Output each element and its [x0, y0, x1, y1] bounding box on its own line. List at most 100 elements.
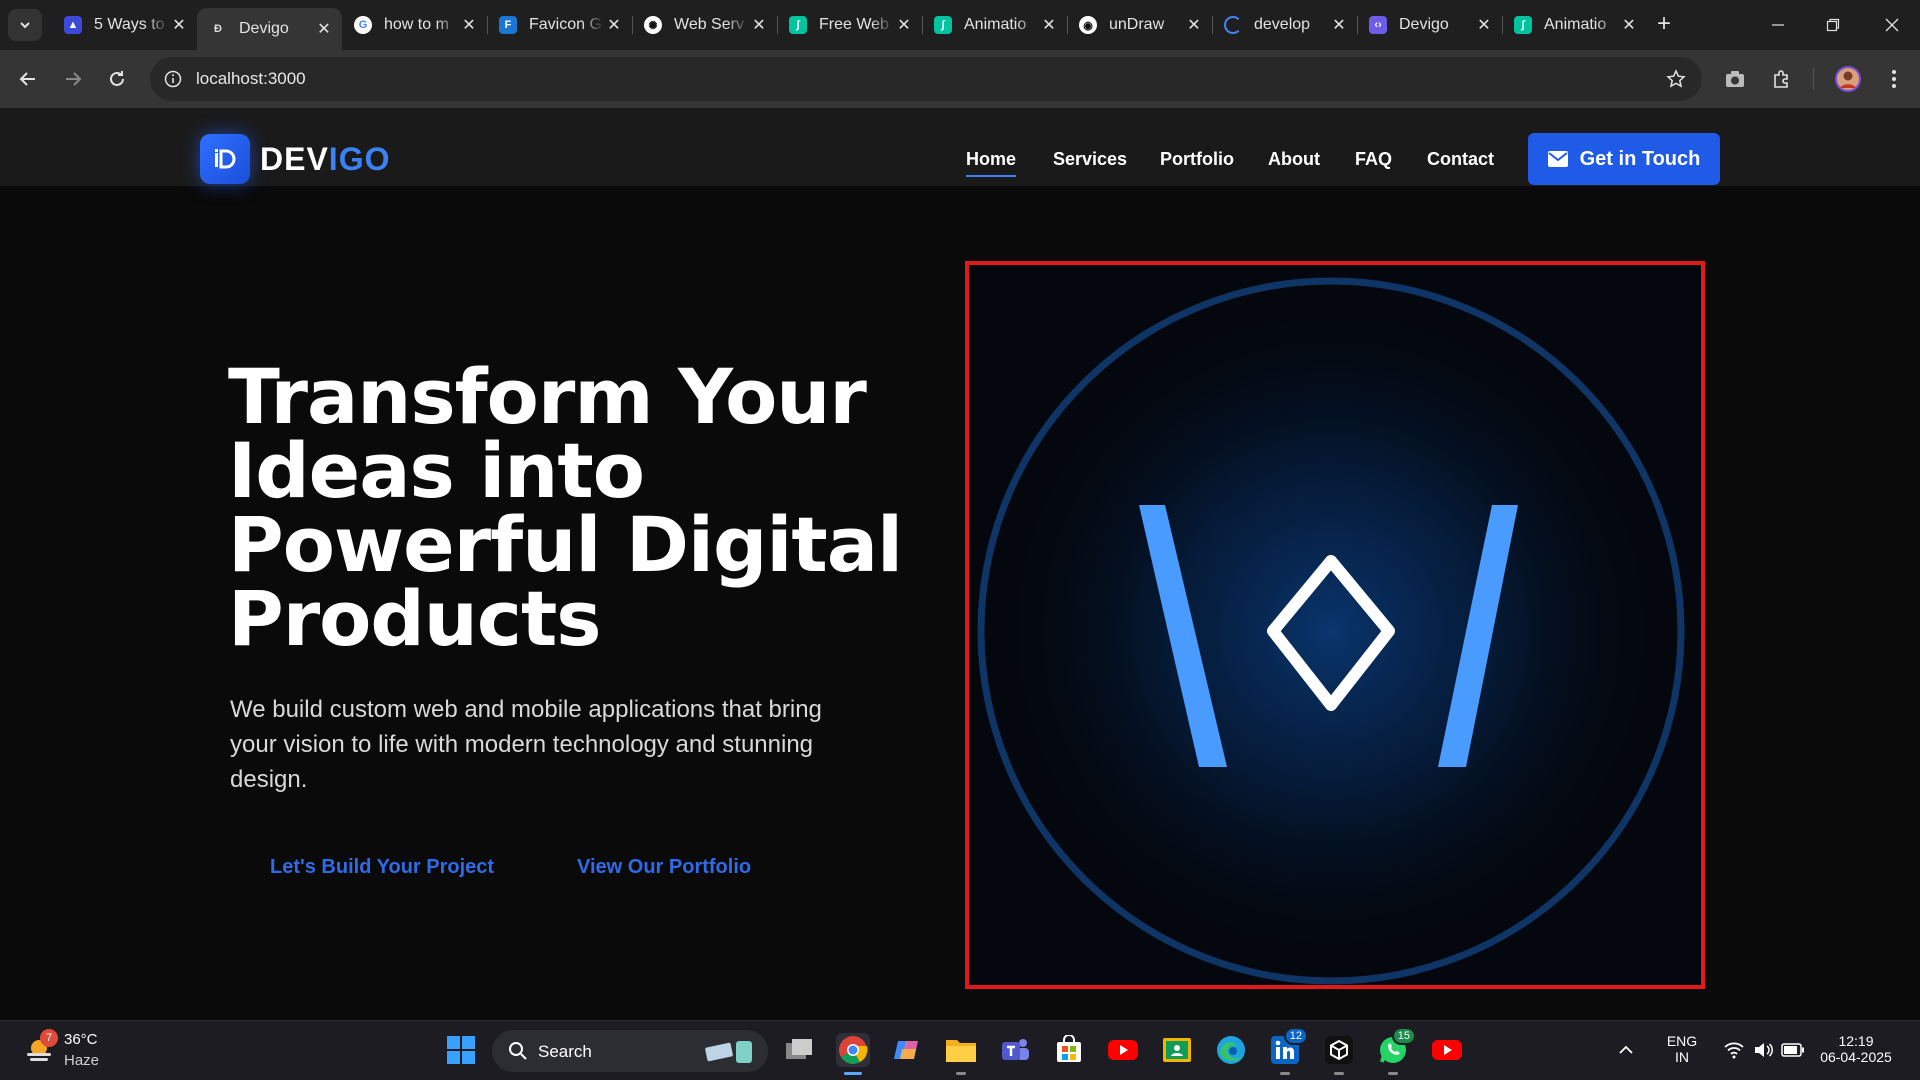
minimize-button[interactable] [1758, 10, 1798, 40]
logo-badge[interactable] [200, 134, 250, 184]
windows-taskbar: 7 36°C Haze Search 12 15 ENG IN 12:19 06… [0, 1020, 1920, 1080]
browser-tab[interactable]: ◉ unDraw ✕ [1067, 8, 1212, 42]
taskbar-youtube-music[interactable] [1430, 1033, 1464, 1067]
nav-services[interactable]: Services [1053, 149, 1127, 170]
tab-title: Devigo [1399, 16, 1449, 33]
close-icon[interactable]: ✕ [749, 15, 769, 35]
language-indicator[interactable]: ENG IN [1664, 1033, 1700, 1065]
browser-tab[interactable]: ∫ Animatio ✕ [1502, 8, 1647, 42]
screenshot-button[interactable] [1721, 65, 1749, 93]
view-portfolio-button[interactable]: View Our Portfolio [577, 856, 751, 879]
weather-widget[interactable]: 7 [24, 1029, 58, 1065]
brand-name[interactable]: DEVIGO [260, 141, 390, 178]
tab-title: Devigo [239, 20, 289, 37]
chevron-down-icon [20, 22, 30, 29]
nav-faq[interactable]: FAQ [1355, 149, 1392, 170]
youtube-music-icon [1432, 1040, 1462, 1060]
taskbar-chrome[interactable] [836, 1033, 870, 1075]
close-icon[interactable]: ✕ [1039, 15, 1059, 35]
tab-search-button[interactable] [8, 9, 42, 41]
lottie-icon: ∫ [789, 16, 807, 34]
new-tab-button[interactable]: + [1652, 12, 1676, 36]
search-highlight-icon [705, 1041, 752, 1063]
taskbar-google-classroom[interactable] [1160, 1033, 1194, 1067]
taskbar-linkedin[interactable]: 12 [1268, 1027, 1308, 1075]
close-icon[interactable]: ✕ [1329, 15, 1349, 35]
browser-tab[interactable]: develop ✕ [1212, 8, 1357, 42]
close-icon[interactable]: ✕ [314, 19, 334, 39]
profile-avatar[interactable] [1834, 65, 1862, 93]
close-window-button[interactable] [1872, 10, 1912, 40]
browser-tab[interactable]: ∫ Animatio ✕ [922, 8, 1067, 42]
close-icon[interactable]: ✕ [1184, 15, 1204, 35]
taskbar-search[interactable]: Search [492, 1030, 768, 1072]
close-icon[interactable]: ✕ [169, 15, 189, 35]
hero-title: Transform Your Ideas into Powerful Digit… [228, 352, 903, 663]
devigo-code-mark-icon [969, 265, 1701, 985]
quick-settings-button[interactable] [1712, 1033, 1816, 1067]
start-button[interactable] [444, 1033, 478, 1067]
nav-about[interactable]: About [1268, 149, 1320, 170]
favicon-generator-icon: F [499, 16, 517, 34]
restore-button[interactable] [1813, 10, 1853, 40]
star-icon[interactable] [1666, 69, 1686, 89]
youtube-icon [1108, 1040, 1138, 1060]
browser-tab-strip: ▲ 5 Ways to ✕ Ð Devigo ✕ G how to m ✕ F … [0, 0, 1920, 50]
taskbar-file-explorer[interactable] [944, 1033, 978, 1075]
tab-title: Free Web [819, 16, 889, 33]
tab-title: develop [1254, 16, 1311, 33]
browser-menu-button[interactable] [1880, 65, 1908, 93]
site-info-icon[interactable] [164, 70, 182, 88]
reload-button[interactable] [102, 64, 132, 94]
taskbar-task-view[interactable] [782, 1033, 816, 1067]
browser-tab[interactable]: G how to m ✕ [342, 8, 487, 42]
taskbar-whatsapp[interactable]: 15 [1376, 1027, 1416, 1075]
minimize-icon [1772, 24, 1784, 26]
close-icon[interactable]: ✕ [604, 15, 624, 35]
back-button[interactable] [13, 64, 43, 94]
nav-home[interactable]: Home [966, 149, 1017, 177]
browser-tab[interactable]: ∫ Free Web ✕ [777, 8, 922, 42]
tab-title: how to m [384, 16, 449, 33]
tab-title: 5 Ways to [94, 16, 165, 33]
close-icon[interactable]: ✕ [894, 15, 914, 35]
browser-tab[interactable]: F Favicon G ✕ [487, 8, 632, 42]
taskbar-copilot[interactable] [890, 1033, 924, 1067]
browser-tab[interactable]: ‹› Devigo ✕ [1357, 8, 1502, 42]
brand-part-1: DEV [260, 141, 329, 177]
close-icon[interactable]: ✕ [459, 15, 479, 35]
reload-icon [110, 71, 124, 86]
openai-icon: ✺ [644, 16, 662, 34]
close-icon[interactable]: ✕ [1619, 15, 1639, 35]
get-in-touch-button[interactable]: Get in Touch [1528, 133, 1720, 185]
forward-button[interactable] [58, 64, 88, 94]
arrow-right-icon [66, 72, 82, 86]
close-icon[interactable]: ✕ [1474, 15, 1494, 35]
copilot-icon [894, 1041, 918, 1059]
taskbar-teams[interactable] [998, 1033, 1032, 1067]
build-project-button[interactable]: Let's Build Your Project [270, 856, 494, 879]
chrome-icon [839, 1036, 868, 1064]
linkedin-badge: 12 [1283, 1027, 1308, 1045]
cube-icon [1325, 1036, 1353, 1064]
taskbar-microsoft-store[interactable] [1052, 1033, 1086, 1067]
browser-toolbar: localhost:3000 [0, 50, 1920, 108]
nav-contact[interactable]: Contact [1427, 149, 1494, 170]
browser-tab[interactable]: ✺ Web Serv ✕ [632, 8, 777, 42]
clock[interactable]: 12:19 06-04-2025 [1810, 1033, 1902, 1065]
tab-title: unDraw [1109, 16, 1165, 33]
extensions-button[interactable] [1768, 65, 1796, 93]
nav-portfolio[interactable]: Portfolio [1160, 149, 1234, 170]
taskbar-edge[interactable] [1214, 1033, 1248, 1067]
battery-icon [1781, 1043, 1804, 1057]
avatar-icon [1835, 66, 1861, 92]
browser-tab[interactable]: ▲ 5 Ways to ✕ [52, 8, 197, 42]
show-hidden-icons-button[interactable] [1614, 1033, 1638, 1067]
browser-tab-active[interactable]: Ð Devigo ✕ [197, 8, 342, 50]
tab-title: Web Serv [674, 16, 744, 33]
taskbar-youtube[interactable] [1106, 1033, 1140, 1067]
site-header: DEVIGO Home Services Portfolio About FAQ… [0, 108, 1920, 186]
address-bar[interactable]: localhost:3000 [150, 57, 1702, 101]
search-label: Search [538, 1042, 592, 1061]
taskbar-cube-app[interactable] [1322, 1033, 1356, 1075]
